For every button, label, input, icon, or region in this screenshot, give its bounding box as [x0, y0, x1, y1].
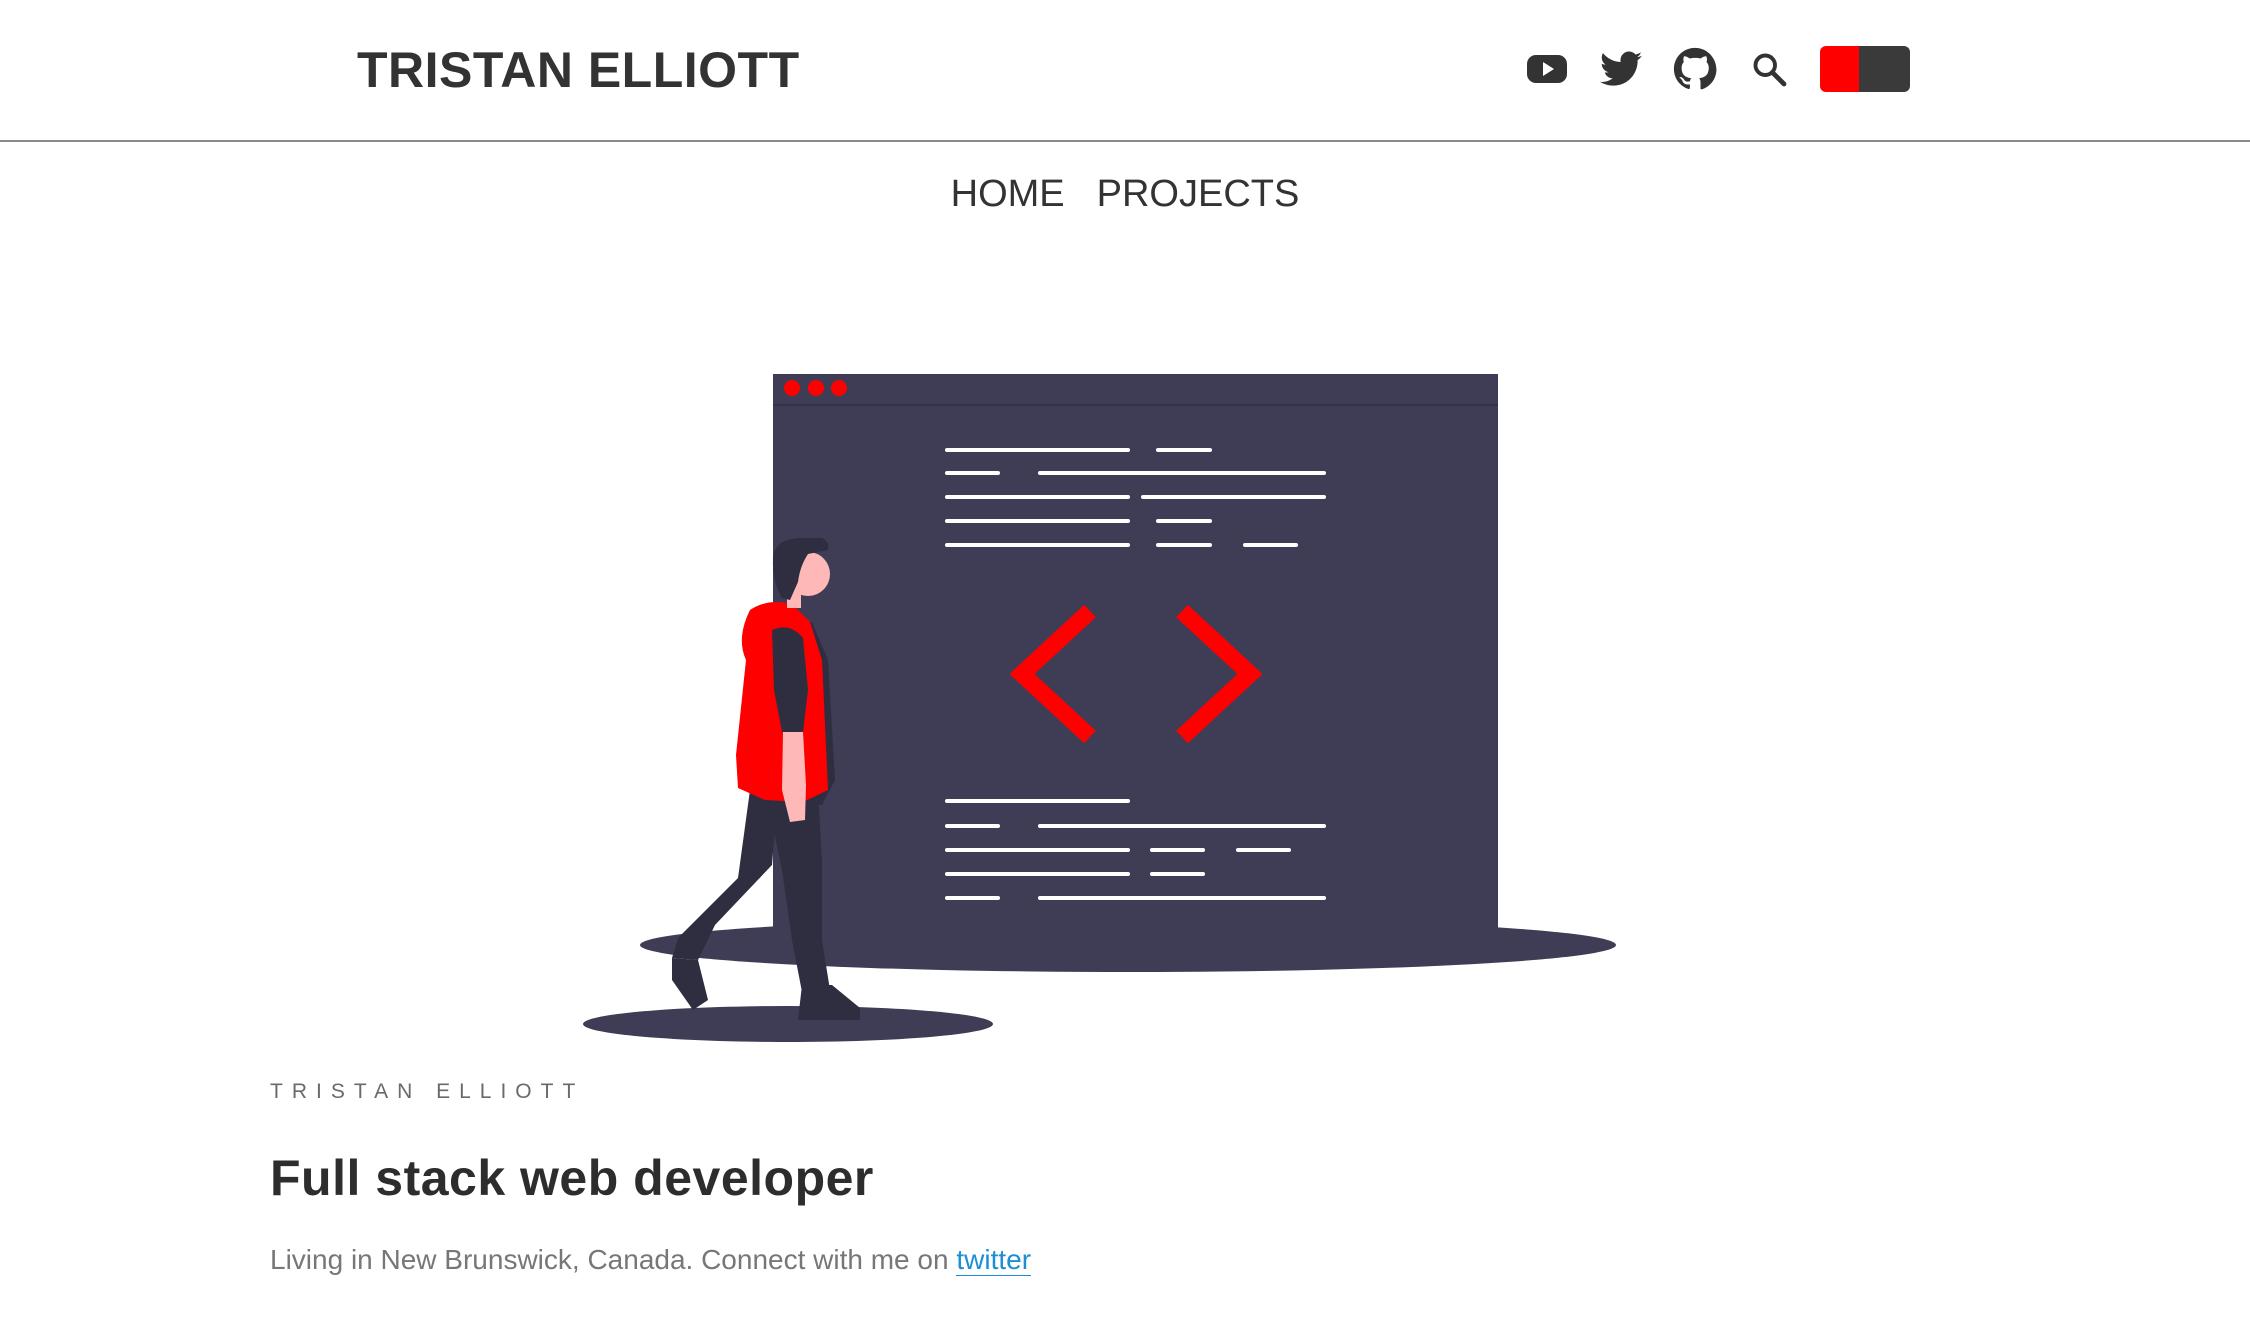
intro-headline: Full stack web developer — [270, 1150, 874, 1206]
site-header: TRISTAN ELLIOTT — [0, 0, 2250, 142]
theme-toggle-button[interactable] — [1820, 46, 1910, 92]
person-shadow — [583, 1006, 993, 1042]
twitter-icon[interactable] — [1596, 44, 1646, 94]
search-icon[interactable] — [1744, 44, 1794, 94]
theme-toggle-dark-half — [1859, 46, 1910, 92]
window-dot-2 — [808, 380, 824, 396]
theme-toggle-red-half — [1820, 46, 1859, 92]
nav-item-projects[interactable]: PROJECTS — [1097, 168, 1300, 220]
main-nav: HOME PROJECTS — [0, 168, 2250, 220]
site-title[interactable]: TRISTAN ELLIOTT — [357, 40, 800, 100]
header-icons — [1522, 44, 1910, 94]
developer-illustration — [583, 374, 1616, 1042]
github-icon[interactable] — [1670, 44, 1720, 94]
youtube-icon[interactable] — [1522, 44, 1572, 94]
intro-overline: TRISTAN ELLIOTT — [270, 1080, 585, 1103]
nav-item-home[interactable]: HOME — [951, 168, 1065, 220]
code-window — [773, 374, 1498, 939]
intro-bio: Living in New Brunswick, Canada. Connect… — [270, 1240, 1032, 1280]
window-dot-1 — [784, 380, 800, 396]
twitter-link[interactable]: twitter — [956, 1244, 1032, 1276]
window-dot-3 — [831, 380, 847, 396]
hero-illustration — [560, 360, 1660, 1060]
intro-bio-text: Living in New Brunswick, Canada. Connect… — [270, 1244, 949, 1275]
